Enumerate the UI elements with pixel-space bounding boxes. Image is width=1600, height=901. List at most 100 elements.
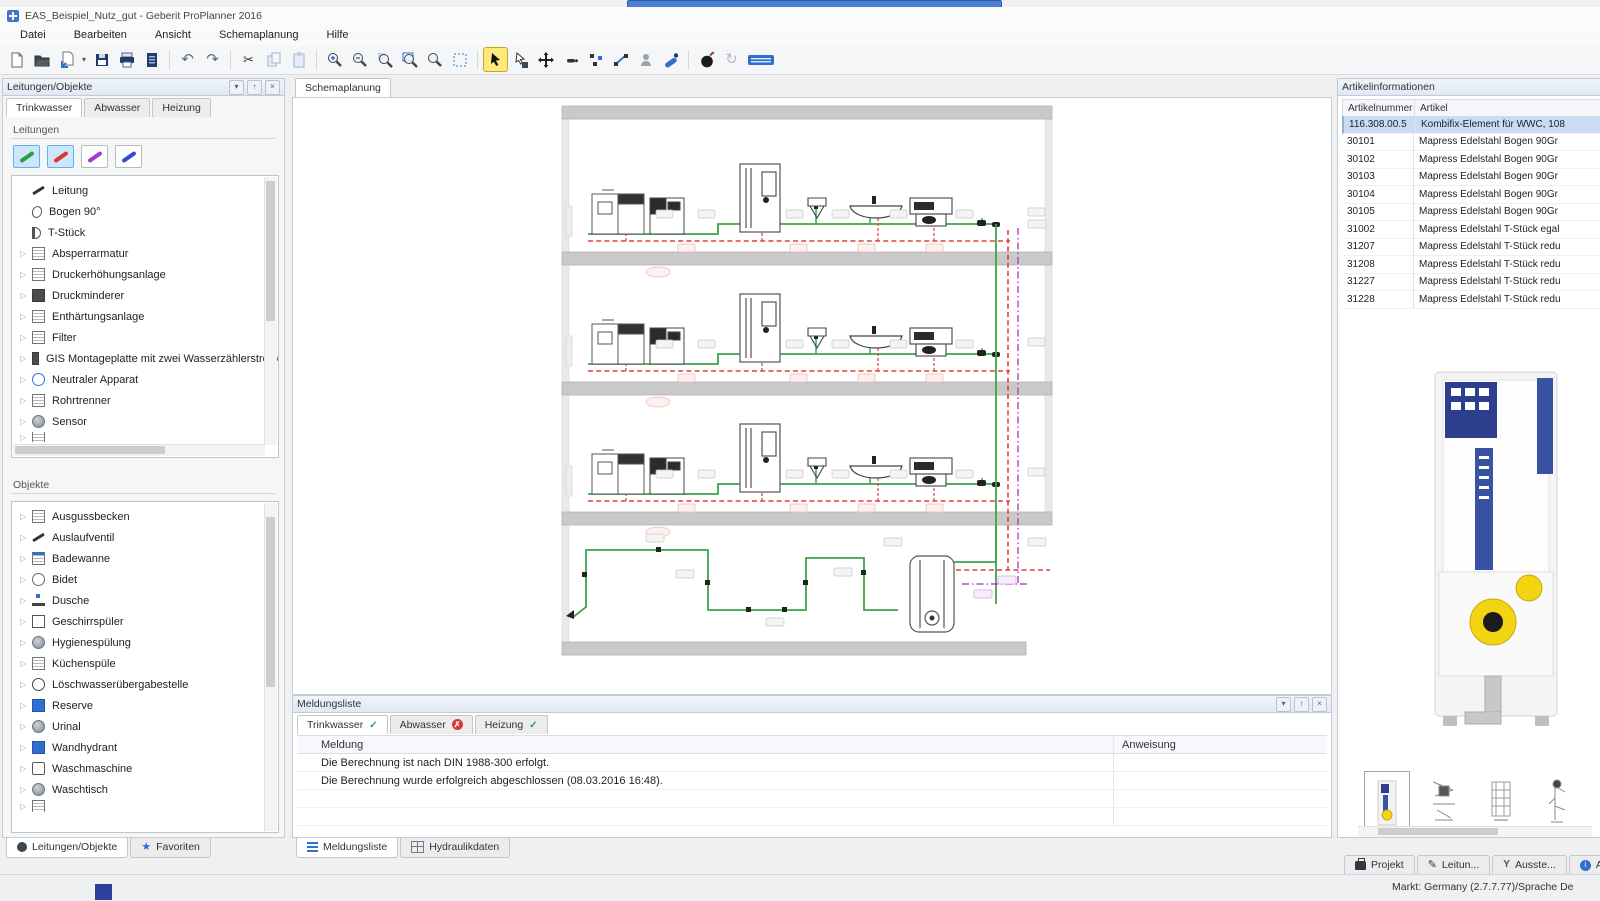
panel-pin-icon[interactable]: ↑ bbox=[1294, 697, 1309, 712]
zoom-original-icon[interactable] bbox=[372, 47, 397, 72]
object-pointer-tool-icon[interactable] bbox=[508, 47, 533, 72]
zoom-region-icon[interactable] bbox=[422, 47, 447, 72]
zoom-in-icon[interactable] bbox=[322, 47, 347, 72]
pipes-item-rohrtrenner[interactable]: Rohrtrenner bbox=[12, 390, 278, 411]
move-tool-icon[interactable] bbox=[533, 47, 558, 72]
pipe-draw-tool-icon[interactable] bbox=[658, 47, 683, 72]
fitting-tool-icon[interactable] bbox=[558, 47, 583, 72]
report-table-icon[interactable] bbox=[744, 47, 778, 72]
col-artikel[interactable]: Artikel bbox=[1415, 103, 1600, 114]
article-row[interactable]: 31227Mapress Edelstahl T-Stück redu bbox=[1342, 274, 1600, 292]
menu-hilfe[interactable]: Hilfe bbox=[325, 27, 351, 43]
objects-item-ausgussbecken[interactable]: Ausgussbecken bbox=[12, 506, 278, 527]
pipes-item-sensor[interactable]: Sensor bbox=[12, 411, 278, 432]
cold-water-line-button[interactable] bbox=[13, 145, 40, 168]
bottom-tab-meldungsliste[interactable]: Meldungsliste bbox=[296, 838, 398, 858]
menu-bearbeiten[interactable]: Bearbeiten bbox=[72, 27, 129, 43]
zoom-fit-icon[interactable] bbox=[397, 47, 422, 72]
menu-datei[interactable]: Datei bbox=[18, 27, 48, 43]
bottom-tab-projekt[interactable]: Projekt bbox=[1344, 855, 1415, 876]
pipes-item-druckerhoehung[interactable]: Druckerhöhungsanlage bbox=[12, 264, 278, 285]
objects-item-auslaufventil[interactable]: Auslaufventil bbox=[12, 527, 278, 548]
article-row[interactable]: 30102Mapress Edelstahl Bogen 90Gr bbox=[1342, 151, 1600, 169]
message-row[interactable]: Die Berechnung ist nach DIN 1988-300 erf… bbox=[297, 754, 1327, 772]
bottom-tab-artikel[interactable]: iArtik... bbox=[1569, 855, 1600, 876]
tab-trinkwasser[interactable]: Trinkwasser bbox=[6, 98, 82, 117]
tab-heizung[interactable]: Heizung bbox=[152, 98, 211, 117]
report-icon[interactable] bbox=[139, 47, 164, 72]
pipes-list-vscrollbar[interactable] bbox=[264, 177, 277, 445]
thumbnail-scrollbar[interactable] bbox=[1358, 826, 1592, 837]
col-artikelnummer[interactable]: Artikelnummer bbox=[1343, 100, 1415, 117]
redo-icon[interactable]: ↷ bbox=[200, 47, 225, 72]
product-thumbnail-4[interactable] bbox=[1536, 771, 1580, 833]
connect-tool-icon[interactable] bbox=[608, 47, 633, 72]
pipes-item-filter[interactable]: Filter bbox=[12, 327, 278, 348]
msg-tab-trinkwasser[interactable]: Trinkwasser bbox=[297, 715, 388, 734]
panel-close-icon[interactable]: × bbox=[1312, 697, 1327, 712]
msg-tab-heizung[interactable]: Heizung bbox=[475, 715, 548, 734]
product-thumbnail-3[interactable] bbox=[1479, 771, 1523, 833]
objects-item-reserve[interactable]: Reserve bbox=[12, 695, 278, 716]
pipes-item-absperrarmatur[interactable]: Absperrarmatur bbox=[12, 243, 278, 264]
objects-item-wandhydrant[interactable]: Wandhydrant bbox=[12, 737, 278, 758]
circulation-line-button[interactable] bbox=[81, 145, 108, 168]
objects-item-waschtisch[interactable]: Waschtisch bbox=[12, 779, 278, 800]
panel-menu-icon[interactable]: ▾ bbox=[229, 80, 244, 95]
article-row[interactable]: 31002Mapress Edelstahl T-Stück egal bbox=[1342, 221, 1600, 239]
objects-item-geschirrspueler[interactable]: Geschirrspüler bbox=[12, 611, 278, 632]
msg-tab-abwasser[interactable]: Abwasser✗ bbox=[390, 715, 473, 734]
menu-schemaplanung[interactable]: Schemaplanung bbox=[217, 27, 301, 43]
calculate-icon[interactable] bbox=[694, 47, 719, 72]
pointer-tool-icon[interactable] bbox=[483, 47, 508, 72]
pipes-item-leitung[interactable]: Leitung bbox=[12, 180, 278, 201]
objects-item-dusche[interactable]: Dusche bbox=[12, 590, 278, 611]
article-row[interactable]: 31228Mapress Edelstahl T-Stück redu bbox=[1342, 291, 1600, 309]
article-row[interactable]: 30101Mapress Edelstahl Bogen 90Gr bbox=[1342, 134, 1600, 152]
pipes-item-enthaertung[interactable]: Enthärtungsanlage bbox=[12, 306, 278, 327]
article-row[interactable]: 31207Mapress Edelstahl T-Stück redu bbox=[1342, 239, 1600, 257]
bottom-tab-leitungen[interactable]: ✎Leitun... bbox=[1417, 855, 1491, 876]
article-row[interactable]: 116.308.00.5Kombifix-Element für WWC, 10… bbox=[1342, 116, 1600, 134]
objects-item-bidet[interactable]: Bidet bbox=[12, 569, 278, 590]
article-row[interactable]: 30105Mapress Edelstahl Bogen 90Gr bbox=[1342, 204, 1600, 222]
pipes-item-tstueck[interactable]: T-Stück bbox=[12, 222, 278, 243]
rotate-tool-icon[interactable] bbox=[633, 47, 658, 72]
bottom-tab-hydraulikdaten[interactable]: Hydraulikdaten bbox=[400, 838, 510, 858]
message-row[interactable]: Die Berechnung wurde erfolgreich abgesch… bbox=[297, 772, 1327, 790]
tab-abwasser[interactable]: Abwasser bbox=[84, 98, 150, 117]
pipes-list-hscrollbar[interactable] bbox=[13, 444, 265, 456]
pipes-item-gis-montageplatte[interactable]: GIS Montageplatte mit zwei Wasserzählers… bbox=[12, 348, 278, 369]
save-icon[interactable] bbox=[89, 47, 114, 72]
pipes-item-druckminderer[interactable]: Druckminderer bbox=[12, 285, 278, 306]
article-row[interactable]: 30104Mapress Edelstahl Bogen 90Gr bbox=[1342, 186, 1600, 204]
copy-icon[interactable] bbox=[261, 47, 286, 72]
objects-list-vscrollbar[interactable] bbox=[264, 503, 277, 831]
print-icon[interactable] bbox=[114, 47, 139, 72]
menu-ansicht[interactable]: Ansicht bbox=[153, 27, 193, 43]
panel-menu-icon[interactable]: ▾ bbox=[1276, 697, 1291, 712]
article-row[interactable]: 31208Mapress Edelstahl T-Stück redu bbox=[1342, 256, 1600, 274]
undo-icon[interactable]: ↶ bbox=[175, 47, 200, 72]
panel-pin-icon[interactable]: ↑ bbox=[247, 80, 262, 95]
nodes-tool-icon[interactable] bbox=[583, 47, 608, 72]
panel-close-icon[interactable]: × bbox=[265, 80, 280, 95]
col-meldung[interactable]: Meldung bbox=[319, 736, 1114, 753]
import-icon[interactable] bbox=[54, 47, 79, 72]
objects-item-partial[interactable] bbox=[12, 800, 278, 812]
objects-item-urinal[interactable]: Urinal bbox=[12, 716, 278, 737]
product-thumbnail-2[interactable] bbox=[1422, 771, 1466, 833]
bottom-tab-leitungen-objekte[interactable]: Leitungen/Objekte bbox=[6, 838, 128, 858]
heating-line-button[interactable] bbox=[115, 145, 142, 168]
open-icon[interactable] bbox=[29, 47, 54, 72]
bottom-tab-ausstattung[interactable]: YAusste... bbox=[1492, 855, 1567, 876]
cut-icon[interactable]: ✂ bbox=[236, 47, 261, 72]
objects-item-waschmaschine[interactable]: Waschmaschine bbox=[12, 758, 278, 779]
article-row[interactable]: 30103Mapress Edelstahl Bogen 90Gr bbox=[1342, 169, 1600, 187]
new-document-icon[interactable] bbox=[4, 47, 29, 72]
paste-icon[interactable] bbox=[286, 47, 311, 72]
objects-item-badewanne[interactable]: Badewanne bbox=[12, 548, 278, 569]
tab-schemaplanung[interactable]: Schemaplanung bbox=[295, 78, 391, 97]
refresh-icon[interactable]: ↻ bbox=[719, 47, 744, 72]
zoom-out-icon[interactable] bbox=[347, 47, 372, 72]
